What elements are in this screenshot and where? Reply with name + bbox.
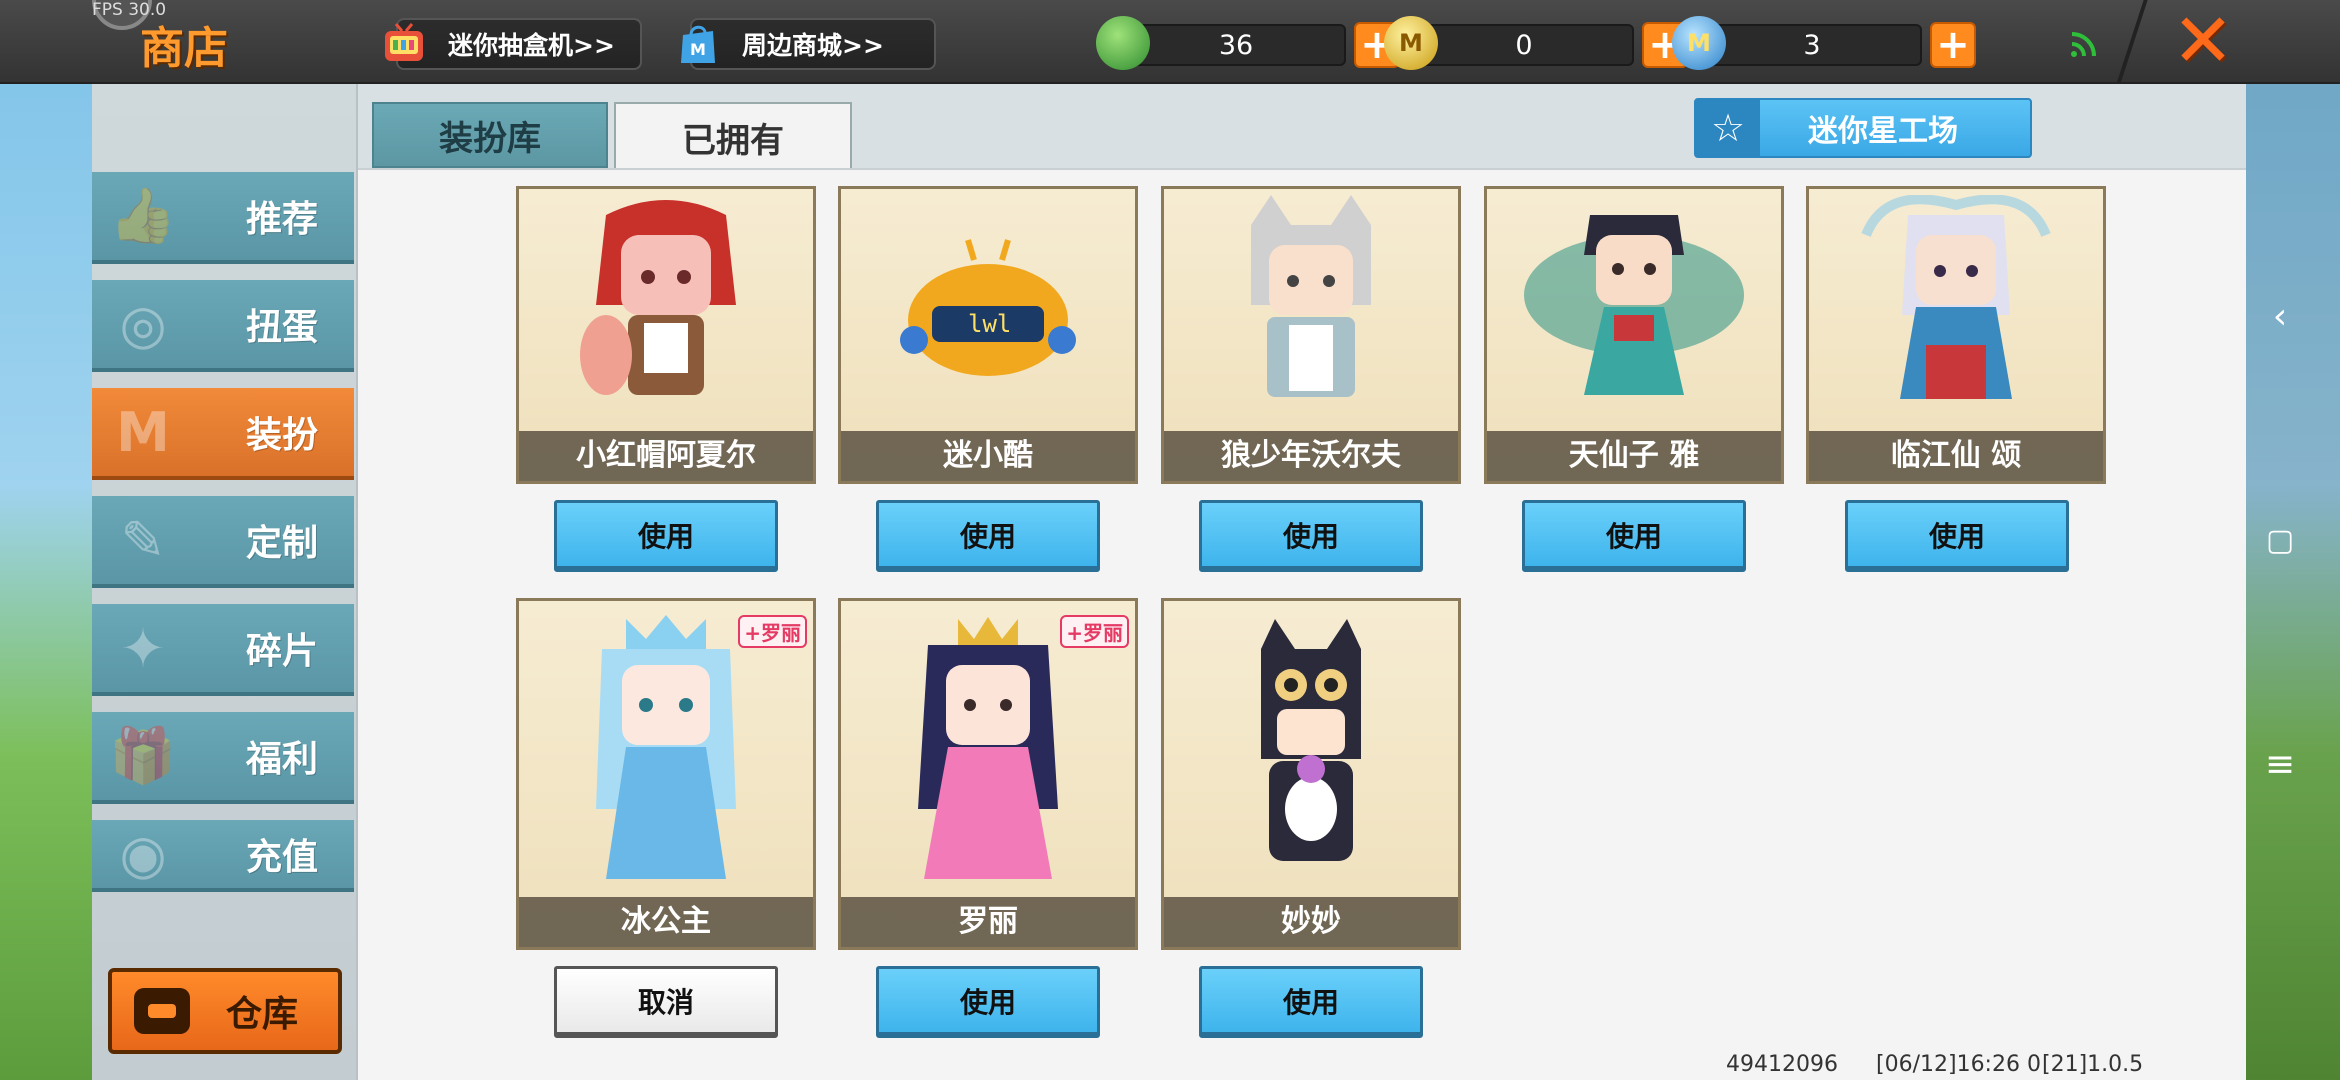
svg-text:lwl: lwl — [968, 310, 1011, 338]
chest-icon — [134, 988, 190, 1034]
skin-name: 临江仙 颂 — [1809, 431, 2103, 481]
skin-name: 妙妙 — [1164, 897, 1458, 947]
green-gem-value: 36 — [1218, 30, 1254, 61]
sidebar-item-outfit[interactable]: M 装扮 — [92, 388, 354, 480]
mini-star-factory-button[interactable]: ☆ 迷你星工场 — [1694, 98, 2032, 158]
sidebar-item-benefits[interactable]: 🎁 福利 — [92, 712, 354, 804]
warehouse-label: 仓库 — [226, 994, 299, 1035]
use-skin-button[interactable]: 使用 — [876, 500, 1100, 572]
use-skin-button[interactable]: 使用 — [876, 966, 1100, 1038]
page-title: 商店 — [140, 23, 228, 74]
skin-card[interactable]: lwl 迷小酷 — [838, 186, 1138, 484]
luoli-badge: +罗丽 — [1060, 615, 1129, 648]
use-skin-button[interactable]: 使用 — [1522, 500, 1746, 572]
pencil-icon: ✎ — [120, 508, 166, 572]
use-skin-button[interactable]: 使用 — [554, 500, 778, 572]
sidebar-item-gacha[interactable]: ◎ 扭蛋 — [92, 280, 354, 372]
skin-card[interactable]: +罗丽 罗丽 — [838, 598, 1138, 950]
user-id: 49412096 — [1726, 1052, 1838, 1077]
mini-coin-counter: 0 M + — [1384, 16, 1694, 70]
sidebar-item-recommend[interactable]: 👍 推荐 — [92, 172, 354, 264]
wifi-signal-icon — [2068, 28, 2102, 58]
timestamp: [06/12]16:26 0 — [1876, 1052, 2041, 1077]
skin-name: 天仙子 雅 — [1487, 431, 1781, 481]
star-icon: ☆ — [1696, 100, 1760, 156]
skin-card[interactable]: +罗丽 冰公主 — [516, 598, 816, 950]
add-mini-bean-button[interactable]: + — [1930, 22, 1976, 68]
sidebar-item-label: 充值 — [245, 837, 318, 878]
sidebar-item-label: 定制 — [245, 523, 318, 564]
sidebar-item-label: 碎片 — [245, 631, 318, 672]
green-gem-counter: 36 + — [1096, 16, 1406, 70]
skin-card[interactable]: 天仙子 雅 — [1484, 186, 1784, 484]
blind-box-tv-icon — [378, 18, 430, 70]
skin-portrait-little-red — [519, 189, 813, 431]
use-skin-button[interactable]: 使用 — [1845, 500, 2069, 572]
close-button[interactable]: ✕ — [2170, 4, 2236, 78]
use-skin-button[interactable]: 使用 — [1199, 500, 1423, 572]
capsule-icon: ◎ — [119, 292, 167, 356]
green-gem-icon — [1096, 16, 1150, 70]
skin-name: 迷小酷 — [841, 431, 1135, 481]
sidebar-item-label: 装扮 — [245, 415, 318, 456]
mini-coin-value: 0 — [1515, 30, 1533, 61]
skin-card[interactable]: 狼少年沃尔夫 — [1161, 186, 1461, 484]
use-skin-button[interactable]: 使用 — [1199, 966, 1423, 1038]
skin-name: 小红帽阿夏尔 — [519, 431, 813, 481]
tab-outfit-library[interactable]: 装扮库 — [372, 102, 608, 168]
mini-coin-icon: M — [1384, 16, 1438, 70]
menu-icon[interactable]: ≡ — [2260, 744, 2300, 785]
tab-owned[interactable]: 已拥有 — [614, 102, 852, 170]
sidebar-item-fragments[interactable]: ✦ 碎片 — [92, 604, 354, 696]
shopping-bag-icon: M — [672, 18, 724, 70]
back-icon[interactable]: ‹ — [2260, 296, 2300, 337]
system-nav-bar — [2246, 84, 2340, 1080]
top-bar: FPS 30.0 商店 迷你抽盒机>> M 周边商城>> 36 + 0 M + … — [0, 0, 2340, 84]
mini-blind-box-label: 迷你抽盒机>> — [448, 31, 615, 60]
skin-name: 狼少年沃尔夫 — [1164, 431, 1458, 481]
merch-store-label: 周边商城>> — [742, 31, 884, 60]
version-label: [21]1.0.5 — [2042, 1052, 2144, 1077]
coins-icon: ◉ — [119, 822, 167, 886]
skin-card[interactable]: 小红帽阿夏尔 — [516, 186, 816, 484]
sidebar-item-label: 推荐 — [245, 199, 318, 240]
sidebar-item-custom[interactable]: ✎ 定制 — [92, 496, 354, 588]
mini-bean-value: 3 — [1803, 30, 1821, 61]
sidebar-item-label: 福利 — [245, 739, 318, 780]
sidebar-item-recharge[interactable]: ◉ 充值 — [92, 820, 354, 892]
skin-name: 罗丽 — [841, 897, 1135, 947]
skin-portrait-wolf-boy — [1164, 189, 1458, 431]
skin-portrait-mi-xiaoku: lwl — [841, 189, 1135, 431]
thumbs-up-icon: 👍 — [109, 184, 177, 247]
skin-portrait-linjiangxian — [1809, 189, 2103, 431]
mini-bean-counter: 3 M + — [1672, 16, 1982, 70]
sidebar-item-label: 扭蛋 — [245, 307, 318, 348]
shirt-icon: M — [116, 400, 170, 464]
mini-bean-icon: M — [1672, 16, 1726, 70]
skin-portrait-miaomiao — [1164, 601, 1458, 897]
skin-card[interactable]: 妙妙 — [1161, 598, 1461, 950]
home-icon[interactable]: ▢ — [2260, 520, 2300, 560]
skin-name: 冰公主 — [519, 897, 813, 947]
puzzle-cat-icon: ✦ — [120, 616, 166, 680]
cancel-skin-button[interactable]: 取消 — [554, 966, 778, 1038]
gift-icon: 🎁 — [109, 724, 177, 787]
skin-card[interactable]: 临江仙 颂 — [1806, 186, 2106, 484]
svg-text:M: M — [690, 40, 706, 59]
mini-blind-box-link[interactable]: 迷你抽盒机>> — [385, 18, 642, 70]
mini-star-factory-label: 迷你星工场 — [1808, 114, 1958, 149]
warehouse-button[interactable]: 仓库 — [108, 968, 342, 1054]
skin-portrait-tianxianzi — [1487, 189, 1781, 431]
merch-store-link[interactable]: M 周边商城>> — [681, 18, 936, 70]
topbar-divider — [2116, 0, 2148, 84]
luoli-badge: +罗丽 — [738, 615, 807, 648]
